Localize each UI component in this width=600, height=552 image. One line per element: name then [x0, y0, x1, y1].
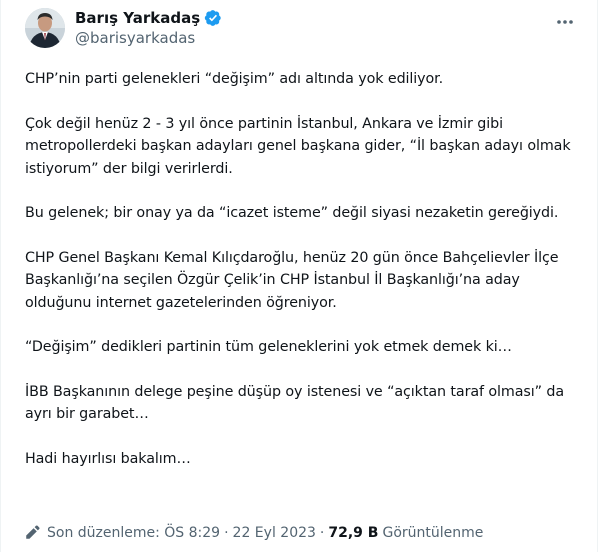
- meta-separator: ·: [224, 525, 229, 541]
- meta-separator: ·: [319, 525, 325, 541]
- tweet-date-link[interactable]: 22 Eyl 2023: [233, 525, 316, 541]
- tweet-paragraph: Çok değil henüz 2 - 3 yıl önce partinin …: [25, 115, 575, 177]
- tweet-card: Barış Yarkadaş @barisyarkadas CHP’nin pa…: [0, 0, 598, 552]
- tweet-paragraph: Bu gelenek; bir onay ya da “icazet istem…: [25, 205, 559, 221]
- avatar[interactable]: [25, 8, 65, 48]
- edit-pencil-icon: [26, 525, 40, 539]
- tweet-paragraph: Hadi hayırlısı bakalım…: [25, 450, 191, 467]
- tweet-paragraph: CHP Genel Başkanı Kemal Kılıçdaroğlu, he…: [25, 249, 563, 311]
- tweet-paragraph: “Değişim” dedikleri partinin tüm gelenek…: [25, 339, 512, 355]
- author-display-name[interactable]: Barış Yarkadaş: [75, 8, 200, 28]
- views-label: Görüntülenme: [382, 525, 484, 541]
- tweet-paragraph: CHP’nin parti gelenekleri “değişim” adı …: [25, 71, 444, 87]
- edit-history-link[interactable]: Son düzenleme: ÖS 8:29: [47, 525, 220, 541]
- tweet-text: CHP’nin parti gelenekleri “değişim” adı …: [25, 68, 585, 492]
- more-options-icon: [557, 20, 573, 24]
- avatar-image: [25, 8, 65, 48]
- tweet-header: Barış Yarkadaş @barisyarkadas: [17, 8, 585, 58]
- verified-badge-icon[interactable]: [204, 9, 222, 27]
- author-handle[interactable]: @barisyarkadas: [75, 28, 222, 48]
- name-row: Barış Yarkadaş: [75, 8, 222, 28]
- tweet-meta: Son düzenleme: ÖS 8:29 · 22 Eyl 2023 · 7…: [23, 524, 483, 542]
- tweet-paragraph: İBB Başkanının delege peşine düşüp oy is…: [25, 383, 569, 423]
- author-block: Barış Yarkadaş @barisyarkadas: [75, 8, 222, 48]
- views-count[interactable]: 72,9 B: [328, 525, 378, 541]
- more-options-button[interactable]: [555, 12, 575, 32]
